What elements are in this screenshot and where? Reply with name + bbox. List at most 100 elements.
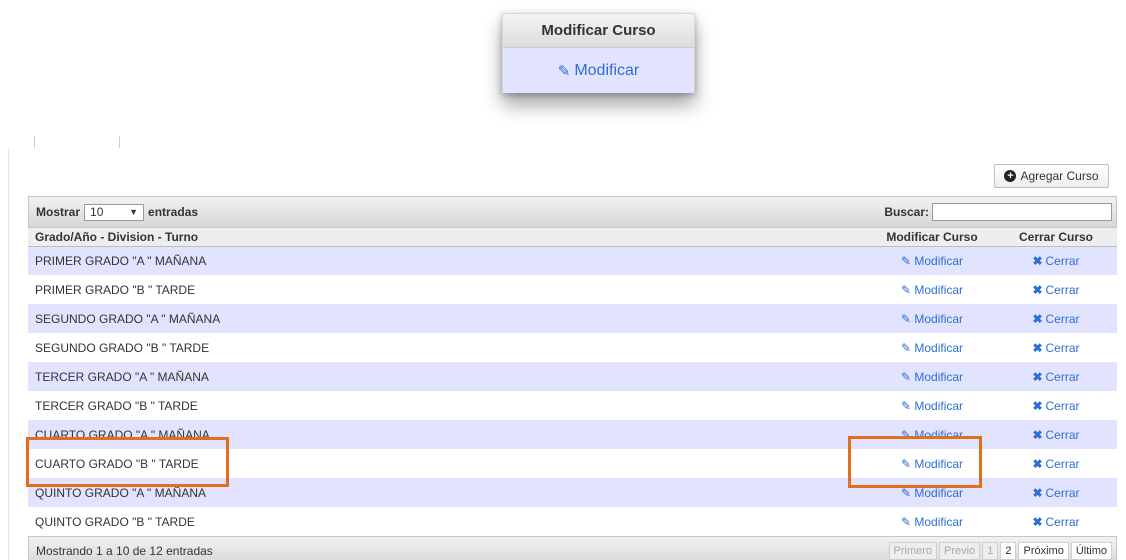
search-input[interactable]: [932, 203, 1112, 221]
table-info: Mostrando 1 a 10 de 12 entradas: [36, 544, 213, 558]
edit-icon: ✎: [900, 485, 915, 500]
modify-label: Modificar: [914, 485, 964, 500]
modify-label: Modificar: [914, 398, 964, 413]
close-icon: ✖: [1032, 311, 1043, 326]
course-name: TERCER GRADO "B " TARDE: [28, 391, 869, 420]
callout-modify-link[interactable]: ✎ Modificar: [503, 48, 694, 93]
modify-link[interactable]: ✎ Modificar: [869, 362, 995, 391]
edit-icon: ✎: [900, 340, 915, 355]
modify-label: Modificar: [914, 427, 964, 442]
edit-icon: ✎: [900, 427, 915, 442]
close-label: Cerrar: [1045, 369, 1080, 384]
modify-link[interactable]: ✎ Modificar: [869, 391, 995, 420]
table-row: QUINTO GRADO "B " TARDE ✎ Modificar ✖ Cerra…: [28, 507, 1117, 536]
page-size-value: 10: [90, 205, 104, 219]
edit-icon: ✎: [900, 253, 915, 268]
page-last-button[interactable]: Último: [1070, 542, 1112, 560]
close-icon: ✖: [1032, 398, 1043, 413]
course-name: CUARTO GRADO "A " MAÑANA: [28, 420, 869, 449]
close-link[interactable]: ✖ Cerrar: [995, 449, 1117, 478]
course-name: CUARTO GRADO "B " TARDE: [28, 449, 869, 478]
modify-label: Modificar: [914, 514, 964, 529]
course-name: PRIMER GRADO "B " TARDE: [28, 275, 869, 304]
table-row: TERCER GRADO "B " TARDE ✎ Modificar ✖ Cerra…: [28, 391, 1117, 420]
callout-modify-label: Modificar: [574, 61, 640, 79]
edit-icon: ✎: [900, 282, 915, 297]
column-header-course[interactable]: Grado/Año - Division - Turno: [28, 228, 869, 247]
close-icon: ✖: [1032, 253, 1043, 268]
page-1-button[interactable]: 1: [982, 542, 999, 560]
close-icon: ✖: [1032, 282, 1043, 297]
page-2-button[interactable]: 2: [1000, 542, 1017, 560]
callout-header: Modificar Curso: [503, 14, 694, 48]
course-name: PRIMER GRADO "A " MAÑANA: [28, 246, 869, 275]
modify-link[interactable]: ✎ Modificar: [869, 420, 995, 449]
modify-link[interactable]: ✎ Modificar: [869, 304, 995, 333]
table-row: CUARTO GRADO "A " MAÑANA ✎ Modificar ✖ Cerr…: [28, 420, 1117, 449]
close-icon: ✖: [1032, 456, 1043, 471]
table-row: CUARTO GRADO "B " TARDE ✎ Modificar ✖ Cerra…: [28, 449, 1117, 478]
zoom-callout: Modificar Curso ✎ Modificar: [502, 13, 695, 93]
close-label: Cerrar: [1045, 340, 1080, 355]
close-link[interactable]: ✖ Cerrar: [995, 420, 1117, 449]
modify-label: Modificar: [914, 456, 964, 471]
dropdown-arrow-icon: ▼: [129, 207, 139, 217]
close-link[interactable]: ✖ Cerrar: [995, 246, 1117, 275]
modify-label: Modificar: [914, 253, 964, 268]
close-link[interactable]: ✖ Cerrar: [995, 478, 1117, 507]
close-link[interactable]: ✖ Cerrar: [995, 362, 1117, 391]
close-link[interactable]: ✖ Cerrar: [995, 391, 1117, 420]
course-name: SEGUNDO GRADO "A " MAÑANA: [28, 304, 869, 333]
page-next-button[interactable]: Próximo: [1018, 542, 1069, 560]
modify-link[interactable]: ✎ Modificar: [869, 478, 995, 507]
table-row: SEGUNDO GRADO "A " MAÑANA ✎ Modificar ✖ Cer…: [28, 304, 1117, 333]
course-name: SEGUNDO GRADO "B " TARDE: [28, 333, 869, 362]
modify-label: Modificar: [914, 282, 964, 297]
page-length-control: Mostrar 10 ▼ entradas: [36, 203, 199, 221]
close-label: Cerrar: [1045, 282, 1080, 297]
search-control: Buscar:: [884, 203, 1112, 221]
table-header-row: Grado/Año - Division - Turno Modificar C…: [28, 228, 1117, 247]
table-row: PRIMER GRADO "A " MAÑANA ✎ Modificar ✖ Cerr…: [28, 246, 1117, 275]
modify-link[interactable]: ✎ Modificar: [869, 275, 995, 304]
edit-icon: ✎: [900, 369, 915, 384]
close-icon: ✖: [1032, 340, 1043, 355]
close-link[interactable]: ✖ Cerrar: [995, 304, 1117, 333]
table-row: PRIMER GRADO "B " TARDE ✎ Modificar ✖ Cerra…: [28, 275, 1117, 304]
course-name: QUINTO GRADO "A " MAÑANA: [28, 478, 869, 507]
plus-circle-icon: +: [1004, 170, 1017, 182]
close-label: Cerrar: [1045, 427, 1080, 442]
modify-label: Modificar: [914, 311, 964, 326]
close-link[interactable]: ✖ Cerrar: [995, 333, 1117, 362]
modify-link[interactable]: ✎ Modificar: [869, 449, 995, 478]
close-icon: ✖: [1032, 427, 1043, 442]
page-prev-button[interactable]: Previo: [939, 542, 981, 560]
modify-link[interactable]: ✎ Modificar: [869, 333, 995, 362]
edit-icon: ✎: [900, 311, 915, 326]
table-row: QUINTO GRADO "A " MAÑANA ✎ Modificar ✖ Cerr…: [28, 478, 1117, 507]
column-header-modify[interactable]: Modificar Curso: [869, 228, 995, 247]
course-name: QUINTO GRADO "B " TARDE: [28, 507, 869, 536]
close-label: Cerrar: [1045, 398, 1080, 413]
page-size-select[interactable]: 10 ▼: [84, 203, 145, 221]
add-course-label: Agregar Curso: [1020, 169, 1099, 183]
pagination: Primero Previo 1 2 Próximo Último: [888, 542, 1112, 560]
edit-icon: ✎: [900, 514, 915, 529]
entries-label: entradas: [148, 205, 199, 219]
add-course-button[interactable]: + Agregar Curso: [994, 164, 1109, 188]
table-toolbar: Mostrar 10 ▼ entradas Buscar:: [28, 196, 1117, 228]
close-link[interactable]: ✖ Cerrar: [995, 507, 1117, 536]
column-header-close[interactable]: Cerrar Curso: [995, 228, 1117, 247]
edit-icon: ✎: [557, 62, 571, 80]
table-row: TERCER GRADO "A " MAÑANA ✎ Modificar ✖ Cerr…: [28, 362, 1117, 391]
edit-icon: ✎: [900, 456, 915, 471]
modify-link[interactable]: ✎ Modificar: [869, 246, 995, 275]
close-icon: ✖: [1032, 514, 1043, 529]
table-footer: Mostrando 1 a 10 de 12 entradas Primero …: [28, 536, 1117, 560]
page-first-button[interactable]: Primero: [888, 542, 938, 560]
modify-link[interactable]: ✎ Modificar: [869, 507, 995, 536]
close-label: Cerrar: [1045, 253, 1080, 268]
close-link[interactable]: ✖ Cerrar: [995, 275, 1117, 304]
search-label: Buscar:: [884, 205, 929, 219]
edit-icon: ✎: [900, 398, 915, 413]
